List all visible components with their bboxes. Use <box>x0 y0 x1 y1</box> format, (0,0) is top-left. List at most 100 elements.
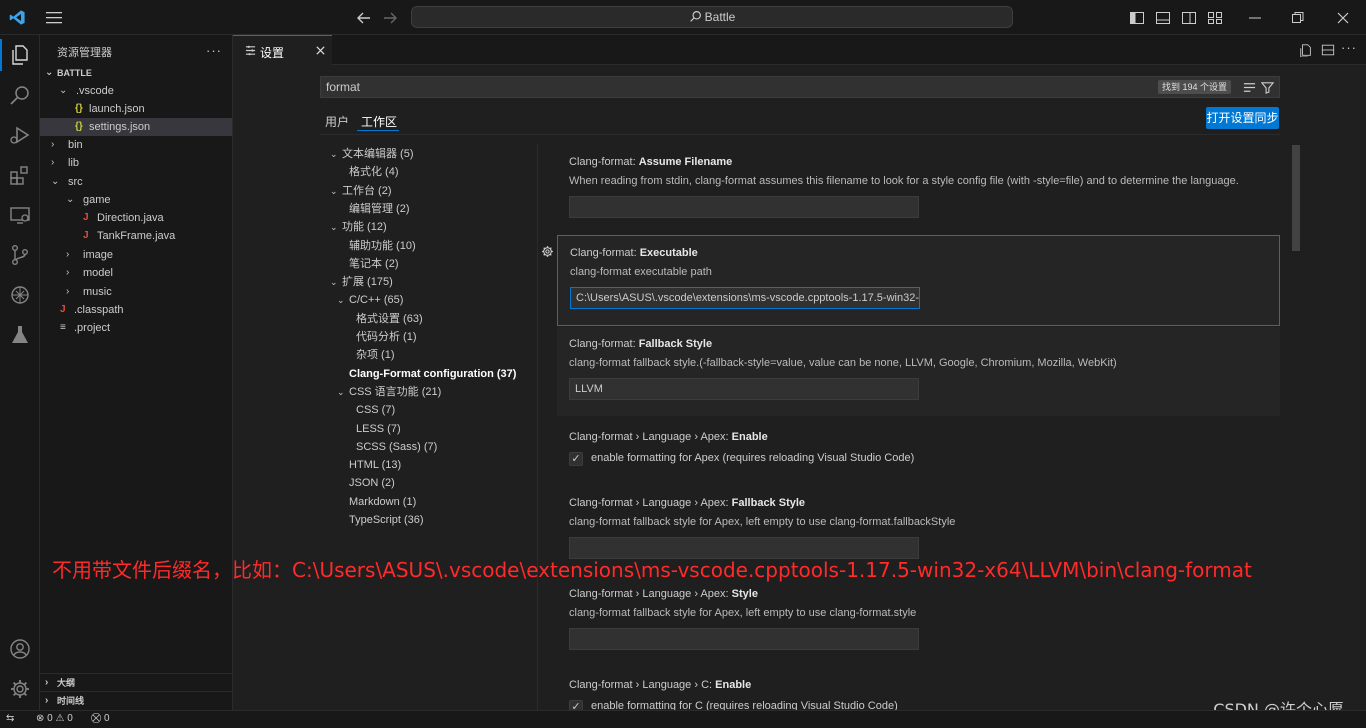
toc-item[interactable]: ⌄ 文本编辑器 (5) <box>330 146 414 162</box>
toc-item[interactable]: 编辑管理 (2) <box>337 201 410 217</box>
toggle-primary-sidebar-icon[interactable] <box>1129 10 1145 26</box>
filter-icon[interactable] <box>1261 81 1274 94</box>
close-tab-icon[interactable] <box>315 45 326 56</box>
chevron-down-icon: ⌄ <box>330 149 338 159</box>
setting-text-input[interactable] <box>569 196 919 218</box>
tab-settings[interactable]: 设置 <box>233 35 332 65</box>
toc-item-label: 杂项 (1) <box>356 349 395 362</box>
setting-text-input[interactable]: C:\Users\ASUS\.vscode\extensions\ms-vsco… <box>570 287 920 309</box>
testing-flask-icon[interactable] <box>8 323 32 347</box>
setting-gear-icon[interactable] <box>541 245 554 258</box>
extensions-icon[interactable] <box>8 163 32 187</box>
setting-category: Clang-format: <box>570 247 640 259</box>
setting-description: clang-format fallback style.(-fallback-s… <box>569 357 1117 369</box>
setting-description: enable formatting for Apex (requires rel… <box>591 452 915 464</box>
toc-item[interactable]: 杂项 (1) <box>344 347 395 363</box>
setting-item: Clang-format: Fallback Style clang-format… <box>557 327 1280 416</box>
command-center-search[interactable]: Battle <box>411 6 1013 28</box>
chatgpt-extension-icon[interactable] <box>8 283 32 307</box>
setting-checkbox[interactable]: ✓ <box>569 452 583 466</box>
tab-user-scope[interactable]: 用户 <box>325 113 349 130</box>
toc-item[interactable]: 代码分析 (1) <box>344 329 417 345</box>
ports-icon: ⛒ <box>91 713 102 724</box>
back-arrow-icon[interactable] <box>356 10 372 26</box>
toc-item[interactable]: ⌄ C/C++ (65) <box>337 292 403 308</box>
toc-item[interactable]: Clang-Format configuration (37) <box>337 366 516 382</box>
settings-scrollbar[interactable] <box>1292 145 1300 251</box>
tree-item[interactable]: J TankFrame.java <box>40 227 232 245</box>
customize-layout-icon[interactable] <box>1207 10 1223 26</box>
tree-item[interactable]: › lib <box>40 154 232 172</box>
settings-search-input[interactable]: format 找到 194 个设置 <box>320 76 1280 98</box>
toc-item[interactable]: TypeScript (36) <box>337 512 424 528</box>
search-icon[interactable] <box>8 83 32 107</box>
more-actions-icon[interactable]: ··· <box>206 43 222 58</box>
setting-item: Clang-format › Language › C: Enable ✓ enab… <box>557 668 1280 714</box>
forward-arrow-icon[interactable] <box>382 10 398 26</box>
toc-item[interactable]: LESS (7) <box>344 421 401 437</box>
toggle-panel-icon[interactable] <box>1155 10 1171 26</box>
toc-item[interactable]: ⌄ CSS 语言功能 (21) <box>337 384 441 400</box>
outline-section[interactable]: › 大纲 <box>40 673 232 691</box>
settings-editor: format 找到 194 个设置 用户 工作区 打开设置同步 ⌄ 文本编辑器 (… <box>233 65 1366 714</box>
ports-indicator[interactable]: ⛒ 0 <box>91 713 110 724</box>
tree-item[interactable]: {} settings.json <box>40 118 232 136</box>
chevron-down-icon: ⌄ <box>66 194 75 205</box>
manage-gear-icon[interactable] <box>8 677 32 701</box>
tree-item-label: model <box>83 267 113 279</box>
close-window-icon[interactable] <box>1336 10 1350 26</box>
tree-item[interactable]: › music <box>40 283 232 301</box>
toc-item[interactable]: HTML (13) <box>337 457 401 473</box>
remote-indicator-icon[interactable]: ⇆ <box>6 713 14 724</box>
toc-item-label: CSS (7) <box>356 404 396 417</box>
tree-item[interactable]: ≡ .project <box>40 319 232 337</box>
source-control-icon[interactable] <box>8 243 32 267</box>
java-file-icon: J <box>60 304 66 315</box>
problems-indicator[interactable]: ⊗ 0 ⚠ 0 <box>36 713 73 724</box>
more-editor-actions-icon[interactable]: ··· <box>1341 40 1357 55</box>
tree-item[interactable]: J Direction.java <box>40 209 232 227</box>
setting-title: Clang-format › Language › Apex: Fallback… <box>569 497 805 509</box>
tree-item[interactable]: › image <box>40 246 232 264</box>
tree-item[interactable]: J .classpath <box>40 301 232 319</box>
setting-name: Enable <box>731 431 768 443</box>
clear-filter-icon[interactable] <box>1243 81 1256 94</box>
tree-item[interactable]: ⌄ game <box>40 191 232 209</box>
open-settings-json-icon[interactable] <box>1299 43 1313 57</box>
tab-workspace-scope[interactable]: 工作区 <box>361 113 397 130</box>
toggle-secondary-sidebar-icon[interactable] <box>1181 10 1197 26</box>
remote-explorer-icon[interactable] <box>8 203 32 227</box>
run-debug-icon[interactable] <box>8 123 32 147</box>
menu-icon[interactable] <box>46 11 62 24</box>
setting-text-input[interactable] <box>569 628 919 650</box>
tree-item[interactable]: ⌄ .vscode <box>40 82 232 100</box>
toc-item[interactable]: CSS (7) <box>344 402 395 418</box>
tree-item[interactable]: ⌄ src <box>40 173 232 191</box>
split-editor-icon[interactable] <box>1321 43 1335 57</box>
tree-item[interactable]: › bin <box>40 136 232 154</box>
accounts-icon[interactable] <box>8 637 32 661</box>
toc-item[interactable]: ⌄ 功能 (12) <box>330 219 387 235</box>
workspace-root[interactable]: ⌄ BATTLE <box>40 64 232 82</box>
setting-description: clang-format fallback style for Apex, le… <box>569 607 917 619</box>
timeline-section[interactable]: › 时间线 <box>40 691 232 709</box>
toc-item[interactable]: Markdown (1) <box>337 494 416 510</box>
toc-item-label: C/C++ (65) <box>349 294 404 307</box>
setting-name: Assume Filename <box>638 156 733 168</box>
settings-sync-button[interactable]: 打开设置同步 <box>1206 107 1279 129</box>
toc-item[interactable]: JSON (2) <box>337 475 395 491</box>
toc-item[interactable]: SCSS (Sass) (7) <box>344 439 437 455</box>
minimize-icon[interactable] <box>1248 10 1262 26</box>
tree-item[interactable]: › model <box>40 264 232 282</box>
setting-text-input[interactable]: LLVM <box>569 378 919 400</box>
toc-item[interactable]: 辅助功能 (10) <box>337 238 416 254</box>
toc-item[interactable]: 格式化 (4) <box>337 164 399 180</box>
tree-item[interactable]: {} launch.json <box>40 100 232 118</box>
explorer-icon[interactable] <box>8 43 32 67</box>
restore-icon[interactable] <box>1291 10 1305 26</box>
setting-item: Clang-format: Executable clang-format exe… <box>557 235 1280 326</box>
toc-item[interactable]: 格式设置 (63) <box>344 311 423 327</box>
toc-item[interactable]: ⌄ 扩展 (175) <box>330 274 393 290</box>
toc-item[interactable]: 笔记本 (2) <box>337 256 399 272</box>
toc-item[interactable]: ⌄ 工作台 (2) <box>330 183 392 199</box>
